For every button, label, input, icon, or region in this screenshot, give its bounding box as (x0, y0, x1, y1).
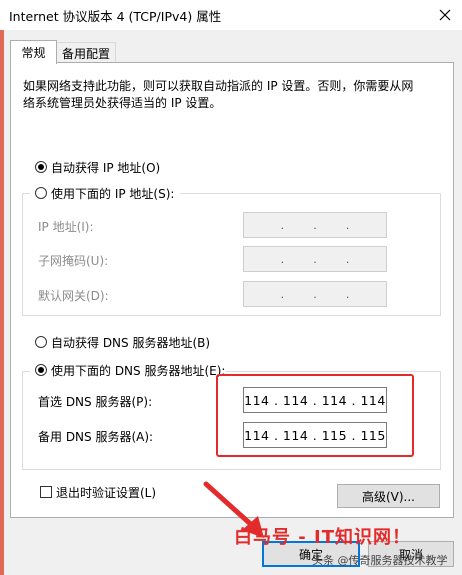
dns-highlight-box (216, 374, 414, 457)
ip-manual-radio[interactable] (35, 187, 47, 199)
watermark-text: 头条 @传奇服务器技术教学 (312, 554, 448, 567)
close-button[interactable] (428, 0, 462, 30)
advanced-button[interactable]: 高级(V)... (337, 484, 440, 508)
ip-address-label: IP 地址(I): (38, 220, 94, 234)
ip-auto-radio[interactable] (35, 161, 47, 173)
dns-manual-label[interactable]: 使用下面的 DNS 服务器地址(E): (51, 362, 225, 379)
alternate-dns-label: 备用 DNS 服务器(A): (38, 430, 154, 444)
dns-auto-label[interactable]: 自动获得 DNS 服务器地址(B) (51, 334, 210, 351)
ip-manual-label[interactable]: 使用下面的 IP 地址(S): (51, 185, 174, 202)
window-title: Internet 协议版本 4 (TCP/IPv4) 属性 (9, 9, 222, 24)
gateway-label: 默认网关(D): (38, 289, 109, 303)
ip-address-input[interactable]: ... (243, 212, 387, 238)
radio-selected-dot (38, 367, 44, 373)
gateway-input[interactable]: ... (243, 281, 387, 307)
validate-checkbox[interactable] (40, 486, 52, 498)
close-icon (439, 9, 451, 21)
dns-manual-radio[interactable] (35, 364, 47, 376)
tab-alternate-config[interactable]: 备用配置 (56, 42, 116, 63)
preferred-dns-label: 首选 DNS 服务器(P): (38, 395, 153, 409)
radio-selected-dot (38, 164, 44, 170)
subnet-mask-label: 子网掩码(U): (38, 254, 109, 268)
validate-label[interactable]: 退出时验证设置(L) (56, 484, 156, 501)
title-bar: Internet 协议版本 4 (TCP/IPv4) 属性 (0, 0, 462, 30)
tab-general[interactable]: 常规 (10, 40, 57, 64)
dns-auto-radio[interactable] (35, 336, 47, 348)
ip-auto-label[interactable]: 自动获得 IP 地址(O) (51, 159, 160, 176)
dialog-right-edge (456, 30, 462, 575)
overlay-caption: 白马号 - IT知识网！ (234, 527, 411, 548)
subnet-mask-input[interactable]: ... (243, 246, 387, 272)
description-text: 如果网络支持此功能，则可以获取自动指派的 IP 设置。否则，你需要从网络系统管理… (23, 79, 414, 110)
